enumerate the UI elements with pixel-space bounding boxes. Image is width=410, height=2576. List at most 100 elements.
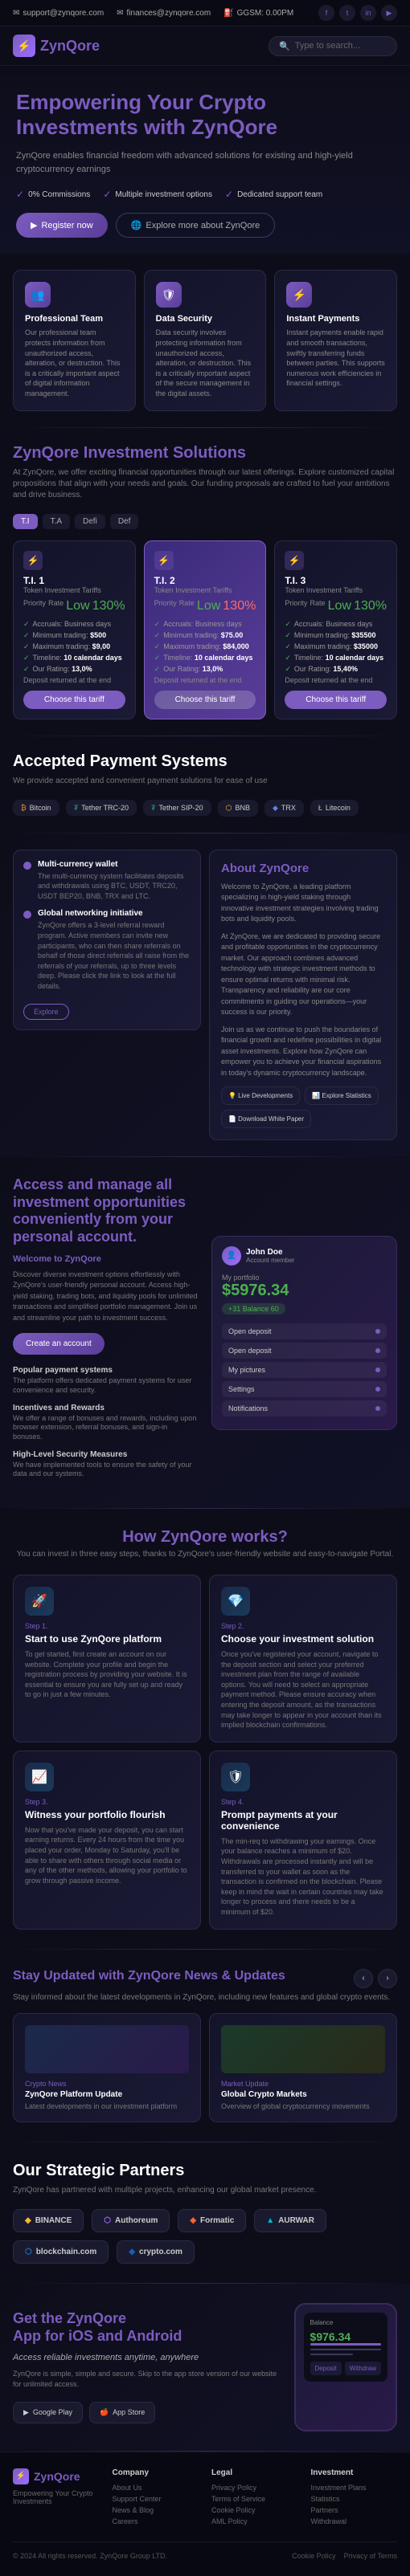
step-num-4: Step 4. xyxy=(221,1798,385,1806)
youtube-icon[interactable]: ▶ xyxy=(381,5,397,21)
access-mockup: 👤 John Doe Account member My portfolio $… xyxy=(211,1236,397,1430)
tariff-card-3: ⚡ T.I. 3 Token Investment Tariffs Priori… xyxy=(274,540,397,719)
tab-ta[interactable]: T.A xyxy=(43,514,70,529)
email-1-contact: ✉ support@zynqore.com xyxy=(13,9,104,18)
tariff-name-3: T.I. 3 xyxy=(285,575,387,586)
wallet-desc-2: ZynQore offers a 3-level referral reward… xyxy=(38,920,191,991)
how-title: How ZynQore works? xyxy=(13,1528,397,1547)
email-icon-2: ✉ xyxy=(117,9,123,18)
footer-bottom-links: Cookie Policy Privacy of Terms xyxy=(292,2552,397,2560)
footer-link-terms[interactable]: Terms of Service xyxy=(211,2495,298,2503)
footer-link-privacy[interactable]: Privacy Policy xyxy=(211,2484,298,2492)
menu-item-2[interactable]: Open deposit xyxy=(222,1343,387,1359)
footer: ⚡ ZynQore Empowering Your Crypto Investm… xyxy=(0,2452,410,2576)
menu-item-3[interactable]: My pictures xyxy=(222,1362,387,1378)
facebook-icon[interactable]: f xyxy=(318,5,334,21)
priority-val-1: Low xyxy=(66,599,89,613)
access-text: Access and manage all investment opportu… xyxy=(13,1176,199,1489)
footer-link-cookie[interactable]: Cookie Policy xyxy=(211,2506,298,2514)
formatic-icon: ◈ xyxy=(190,2216,196,2225)
step-num-1: Step 1. xyxy=(25,1622,189,1630)
phone-progress-bar xyxy=(310,2343,381,2346)
footer-col-legal: Legal Privacy Policy Terms of Service Co… xyxy=(211,2468,298,2529)
how-desc: You can invest in three easy steps, than… xyxy=(13,1550,397,1559)
footer-link-withdrawal[interactable]: Withdrawal xyxy=(311,2517,398,2525)
menu-item-5[interactable]: Notifications xyxy=(222,1400,387,1416)
rate-val-1: 130% xyxy=(92,599,125,613)
app-store-buttons: ▶ Google Play 🍎 App Store xyxy=(13,2402,281,2423)
tariff-btn-1[interactable]: Choose this tariff xyxy=(23,691,125,709)
menu-item-4[interactable]: Settings xyxy=(222,1381,387,1397)
news-card-1: Crypto News ZynQore Platform Update Late… xyxy=(13,2013,201,2122)
check-commissions: ✓ 0% Commissions xyxy=(16,189,90,200)
tab-ti[interactable]: T.I xyxy=(13,514,38,529)
explore-wallet-button[interactable]: Explore xyxy=(23,1004,69,1020)
news-next-button[interactable]: › xyxy=(378,1969,397,1988)
steps-grid: 🚀 Step 1. Start to use ZynQore platform … xyxy=(13,1575,397,1930)
footer-link-partners[interactable]: Partners xyxy=(311,2506,398,2514)
tariff-name-2: T.I. 2 xyxy=(154,575,256,586)
tariff-btn-3[interactable]: Choose this tariff xyxy=(285,691,387,709)
menu-item-1[interactable]: Open deposit xyxy=(222,1323,387,1339)
team-icon: 👥 xyxy=(25,282,51,308)
footer-link-stats[interactable]: Statistics xyxy=(311,2495,398,2503)
footer-link-plans[interactable]: Investment Plans xyxy=(311,2484,398,2492)
tariff-btn-2[interactable]: Choose this tariff xyxy=(154,691,256,709)
top-bar-contacts: ✉ support@zynqore.com ✉ finances@zynqore… xyxy=(13,9,293,18)
phone-balance-amount: $976.34 xyxy=(310,2330,381,2343)
tether-sip-icon: ₮ xyxy=(151,804,156,812)
payments-icon: ⚡ xyxy=(286,282,312,308)
phone-frame: Balance $976.34 Deposit Withdraw xyxy=(294,2303,397,2431)
linkedin-icon[interactable]: in xyxy=(360,5,376,21)
search-icon: 🔍 xyxy=(279,41,290,51)
phone-btn-withdraw[interactable]: Withdraw xyxy=(345,2362,381,2375)
tab-def[interactable]: Def xyxy=(110,514,139,529)
footer-link-news[interactable]: News & Blog xyxy=(113,2506,199,2514)
about-desc-1: Welcome to ZynQore, a leading platform s… xyxy=(221,882,385,925)
whitepaper-button[interactable]: 📄 Download White Paper xyxy=(221,1110,311,1128)
footer-link-careers[interactable]: Careers xyxy=(113,2517,199,2525)
search-bar[interactable]: 🔍 Type to search... xyxy=(269,36,397,56)
live-dev-button[interactable]: 💡 Live Developments xyxy=(221,1086,300,1105)
mockup-user: 👤 John Doe Account member xyxy=(222,1246,294,1266)
news-image-1 xyxy=(25,2025,189,2073)
footer-logo-icon: ⚡ xyxy=(13,2468,29,2484)
step-card-1: 🚀 Step 1. Start to use ZynQore platform … xyxy=(13,1575,201,1742)
about-card: About ZynQore Welcome to ZynQore, a lead… xyxy=(209,850,397,1141)
footer-privacy-link[interactable]: Privacy of Terms xyxy=(344,2552,397,2560)
create-account-button[interactable]: Create an account xyxy=(13,1333,105,1355)
phone-btn-deposit[interactable]: Deposit xyxy=(310,2362,342,2375)
btc-icon: ₿ xyxy=(21,804,27,812)
email-2-contact: ✉ finances@zynqore.com xyxy=(117,9,211,18)
tariff-icon-2: ⚡ xyxy=(154,551,174,570)
app-store-button[interactable]: 🍎 App Store xyxy=(89,2402,155,2423)
footer-link-about[interactable]: About Us xyxy=(113,2484,199,2492)
footer-cookie-link[interactable]: Cookie Policy xyxy=(292,2552,336,2560)
footer-company-title: Company xyxy=(113,2468,199,2477)
access-section: Access and manage all investment opportu… xyxy=(0,1157,410,1508)
google-play-button[interactable]: ▶ Google Play xyxy=(13,2402,83,2423)
explore-stats-button[interactable]: 📊 Explore Statistics xyxy=(305,1086,379,1105)
search-placeholder: Type to search... xyxy=(295,41,360,51)
bnb-icon: ⬡ xyxy=(226,804,232,813)
check-investment: ✓ Multiple investment options xyxy=(103,189,212,200)
footer-link-support[interactable]: Support Center xyxy=(113,2495,199,2503)
tab-defi[interactable]: Defi xyxy=(75,514,105,529)
step-icon-3: 📈 xyxy=(25,1763,54,1791)
check-support: ✓ Dedicated support team xyxy=(225,189,322,200)
access-desc: Discover diverse investment options effo… xyxy=(13,1270,199,1324)
user-subtitle: Account member xyxy=(246,1257,294,1264)
explore-button[interactable]: 🌐 Explore more about ZynQore xyxy=(116,213,276,238)
feature-desc-security: Data security involves protecting inform… xyxy=(156,328,255,398)
news-prev-button[interactable]: ‹ xyxy=(354,1969,373,1988)
top-bar-right: f t in ▶ xyxy=(318,5,397,21)
news-title: Stay Updated with ZynQore News & Updates xyxy=(13,1969,285,1983)
footer-link-aml[interactable]: AML Policy xyxy=(211,2517,298,2525)
phone-balance-label: Balance xyxy=(310,2319,381,2326)
register-button[interactable]: ▶ Register now xyxy=(16,213,108,238)
wallet-dot-2 xyxy=(23,911,31,919)
twitter-icon[interactable]: t xyxy=(339,5,355,21)
logo[interactable]: ⚡ ZynQore xyxy=(13,35,100,57)
access-subtitle: Welcome to ZynQore xyxy=(13,1253,199,1266)
news-cards: Crypto News ZynQore Platform Update Late… xyxy=(13,2013,397,2122)
